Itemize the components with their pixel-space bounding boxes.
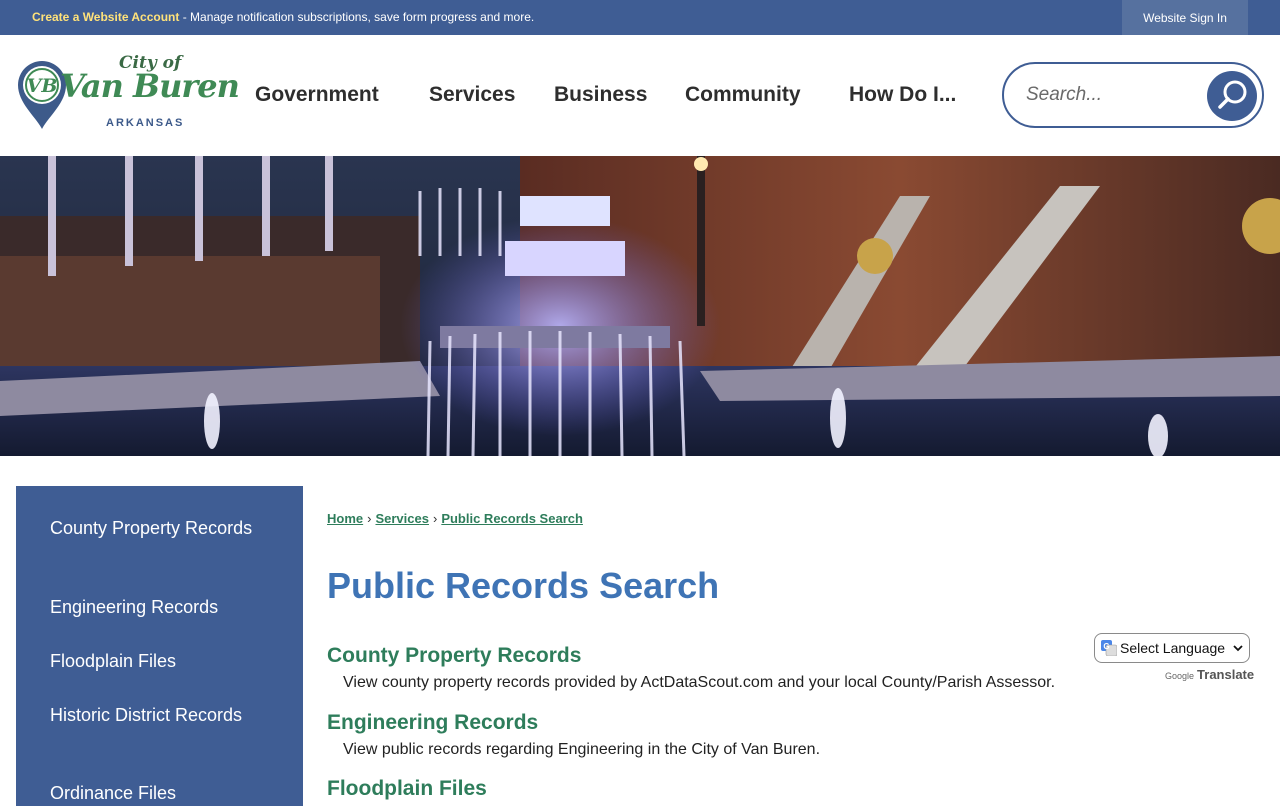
record-desc-county-property: View county property records provided by… xyxy=(343,674,1056,691)
sign-in-button[interactable]: Website Sign In xyxy=(1122,0,1248,35)
page-title: Public Records Search xyxy=(327,565,720,606)
breadcrumb-separator: › xyxy=(367,511,372,526)
nav-how-do-i[interactable]: How Do I... xyxy=(849,83,956,107)
breadcrumb-home[interactable]: Home xyxy=(327,511,363,526)
fountain-scene-image xyxy=(0,156,1280,456)
search-box xyxy=(1002,62,1264,128)
language-select-label: Select Language xyxy=(1120,640,1226,656)
sidebar-item-historic-district-records[interactable]: Historic District Records xyxy=(50,703,270,728)
svg-text:G: G xyxy=(1103,642,1109,651)
nav-government[interactable]: Government xyxy=(255,83,379,107)
google-translate-icon: G xyxy=(1101,640,1117,656)
logo-city-name: Van Buren xyxy=(60,67,240,105)
search-icon xyxy=(1218,80,1247,109)
notification-bar: Create a Website Account - Manage notifi… xyxy=(0,0,1280,35)
record-desc-engineering: View public records regarding Engineerin… xyxy=(343,741,821,758)
sidebar-item-county-property-records[interactable]: County Property Records xyxy=(50,516,270,541)
record-title-floodplain[interactable]: Floodplain Files xyxy=(327,777,487,801)
translate-label: Translate xyxy=(1197,667,1255,682)
breadcrumb: Home › Services › Public Records Search xyxy=(327,511,583,526)
breadcrumb-services[interactable]: Services xyxy=(375,511,429,526)
nav-community[interactable]: Community xyxy=(685,83,801,107)
notification-message: Create a Website Account - Manage notifi… xyxy=(32,10,534,24)
record-title-county-property[interactable]: County Property Records xyxy=(327,644,581,668)
chevron-down-icon xyxy=(1233,645,1243,652)
sidebar-item-ordinance-files[interactable]: Ordinance Files xyxy=(50,781,270,806)
sidebar-item-floodplain-files[interactable]: Floodplain Files xyxy=(50,649,270,674)
breadcrumb-current[interactable]: Public Records Search xyxy=(441,511,583,526)
sidebar-item-engineering-records[interactable]: Engineering Records xyxy=(50,595,270,620)
search-input[interactable] xyxy=(1026,82,1196,108)
breadcrumb-separator: › xyxy=(432,511,438,526)
create-account-link[interactable]: Create a Website Account xyxy=(32,10,179,24)
powered-by-google-translate[interactable]: Google Translate xyxy=(1165,667,1254,682)
search-button[interactable] xyxy=(1207,71,1257,121)
site-header: VB City of Van Buren ARKANSAS Government… xyxy=(0,35,1280,156)
svg-text:VB: VB xyxy=(27,75,58,97)
hero-banner-image xyxy=(0,156,1280,456)
language-select[interactable]: G Select Language xyxy=(1094,633,1250,663)
logo-state: ARKANSAS xyxy=(106,117,185,129)
sidebar-nav: County Property Records Engineering Reco… xyxy=(16,486,303,806)
record-title-engineering[interactable]: Engineering Records xyxy=(327,711,538,735)
notification-text: - Manage notification subscriptions, sav… xyxy=(179,10,535,24)
google-label: Google xyxy=(1165,671,1195,681)
nav-services[interactable]: Services xyxy=(429,83,515,107)
nav-business[interactable]: Business xyxy=(554,83,647,107)
site-logo[interactable]: VB City of Van Buren ARKANSAS xyxy=(14,53,240,135)
